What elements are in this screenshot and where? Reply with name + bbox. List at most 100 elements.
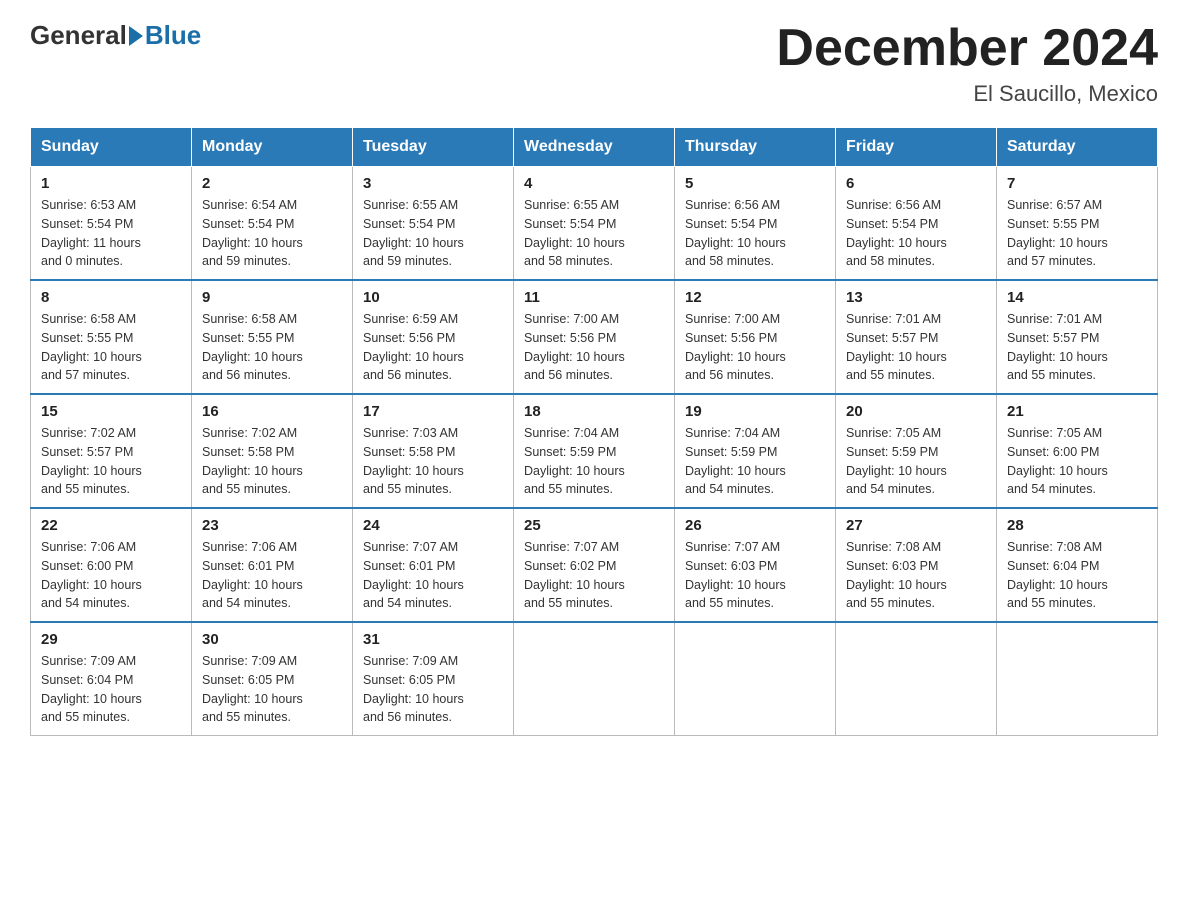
- calendar-cell: 2Sunrise: 6:54 AMSunset: 5:54 PMDaylight…: [192, 167, 353, 281]
- calendar-cell: 8Sunrise: 6:58 AMSunset: 5:55 PMDaylight…: [31, 280, 192, 394]
- calendar-cell: [675, 622, 836, 736]
- calendar-cell: 28 Sunrise: 7:08 AMSunset: 6:04 PMDayligh…: [997, 508, 1158, 622]
- calendar-cell: 5 Sunrise: 6:56 AMSunset: 5:54 PMDaylight…: [675, 167, 836, 281]
- calendar-cell: 26 Sunrise: 7:07 AMSunset: 6:03 PMDayligh…: [675, 508, 836, 622]
- calendar-cell: 19Sunrise: 7:04 AMSunset: 5:59 PMDayligh…: [675, 394, 836, 508]
- day-number: 18: [524, 403, 664, 420]
- day-number: 31: [363, 631, 503, 648]
- week-row-3: 15Sunrise: 7:02 AMSunset: 5:57 PMDayligh…: [31, 394, 1158, 508]
- header-row: SundayMondayTuesdayWednesdayThursdayFrid…: [31, 128, 1158, 167]
- title-section: December 2024 El Saucillo, Mexico: [776, 20, 1158, 107]
- day-number: 4: [524, 175, 664, 192]
- calendar-cell: 20Sunrise: 7:05 AMSunset: 5:59 PMDayligh…: [836, 394, 997, 508]
- day-info: Sunrise: 7:09 AMSunset: 6:05 PMDaylight:…: [202, 652, 342, 727]
- column-header-wednesday: Wednesday: [514, 128, 675, 167]
- day-number: 17: [363, 403, 503, 420]
- day-number: 20: [846, 403, 986, 420]
- day-number: 8: [41, 289, 181, 306]
- day-number: 16: [202, 403, 342, 420]
- day-info: Sunrise: 7:05 AMSunset: 6:00 PMDaylight:…: [1007, 424, 1147, 499]
- day-number: 25: [524, 517, 664, 534]
- day-number: 26: [685, 517, 825, 534]
- calendar-cell: [836, 622, 997, 736]
- calendar-cell: 16 Sunrise: 7:02 AMSunset: 5:58 PMDayligh…: [192, 394, 353, 508]
- week-row-4: 22 Sunrise: 7:06 AMSunset: 6:00 PMDayligh…: [31, 508, 1158, 622]
- day-number: 9: [202, 289, 342, 306]
- calendar-title: December 2024: [776, 20, 1158, 77]
- day-number: 19: [685, 403, 825, 420]
- day-number: 5: [685, 175, 825, 192]
- calendar-cell: 13 Sunrise: 7:01 AMSunset: 5:57 PMDayligh…: [836, 280, 997, 394]
- day-number: 27: [846, 517, 986, 534]
- logo-arrow-icon: [129, 26, 143, 46]
- calendar-cell: 22 Sunrise: 7:06 AMSunset: 6:00 PMDayligh…: [31, 508, 192, 622]
- calendar-cell: 12 Sunrise: 7:00 AMSunset: 5:56 PMDayligh…: [675, 280, 836, 394]
- day-info: Sunrise: 7:08 AMSunset: 6:04 PMDaylight:…: [1007, 538, 1147, 613]
- calendar-cell: 10 Sunrise: 6:59 AMSunset: 5:56 PMDayligh…: [353, 280, 514, 394]
- day-number: 23: [202, 517, 342, 534]
- calendar-cell: 27 Sunrise: 7:08 AMSunset: 6:03 PMDayligh…: [836, 508, 997, 622]
- day-info: Sunrise: 7:09 AMSunset: 6:04 PMDaylight:…: [41, 652, 181, 727]
- day-info: Sunrise: 7:00 AMSunset: 5:56 PMDaylight:…: [524, 310, 664, 385]
- calendar-cell: 4 Sunrise: 6:55 AMSunset: 5:54 PMDaylight…: [514, 167, 675, 281]
- calendar-cell: 24Sunrise: 7:07 AMSunset: 6:01 PMDayligh…: [353, 508, 514, 622]
- day-number: 10: [363, 289, 503, 306]
- calendar-cell: 14 Sunrise: 7:01 AMSunset: 5:57 PMDayligh…: [997, 280, 1158, 394]
- day-info: Sunrise: 7:07 AMSunset: 6:02 PMDaylight:…: [524, 538, 664, 613]
- calendar-cell: 29Sunrise: 7:09 AMSunset: 6:04 PMDayligh…: [31, 622, 192, 736]
- day-info: Sunrise: 6:55 AMSunset: 5:54 PMDaylight:…: [363, 196, 503, 271]
- day-info: Sunrise: 6:55 AMSunset: 5:54 PMDaylight:…: [524, 196, 664, 271]
- day-info: Sunrise: 7:04 AMSunset: 5:59 PMDaylight:…: [524, 424, 664, 499]
- day-number: 7: [1007, 175, 1147, 192]
- calendar-cell: 31 Sunrise: 7:09 AMSunset: 6:05 PMDayligh…: [353, 622, 514, 736]
- day-info: Sunrise: 6:56 AMSunset: 5:54 PMDaylight:…: [846, 196, 986, 271]
- calendar-cell: 17Sunrise: 7:03 AMSunset: 5:58 PMDayligh…: [353, 394, 514, 508]
- week-row-1: 1 Sunrise: 6:53 AMSunset: 5:54 PMDaylight…: [31, 167, 1158, 281]
- day-info: Sunrise: 6:58 AMSunset: 5:55 PMDaylight:…: [202, 310, 342, 385]
- calendar-cell: 9 Sunrise: 6:58 AMSunset: 5:55 PMDaylight…: [192, 280, 353, 394]
- day-info: Sunrise: 7:01 AMSunset: 5:57 PMDaylight:…: [1007, 310, 1147, 385]
- week-row-5: 29Sunrise: 7:09 AMSunset: 6:04 PMDayligh…: [31, 622, 1158, 736]
- column-header-tuesday: Tuesday: [353, 128, 514, 167]
- calendar-cell: 21Sunrise: 7:05 AMSunset: 6:00 PMDayligh…: [997, 394, 1158, 508]
- day-info: Sunrise: 6:56 AMSunset: 5:54 PMDaylight:…: [685, 196, 825, 271]
- day-number: 6: [846, 175, 986, 192]
- calendar-cell: [997, 622, 1158, 736]
- column-header-sunday: Sunday: [31, 128, 192, 167]
- day-info: Sunrise: 7:07 AMSunset: 6:01 PMDaylight:…: [363, 538, 503, 613]
- day-info: Sunrise: 6:59 AMSunset: 5:56 PMDaylight:…: [363, 310, 503, 385]
- day-number: 3: [363, 175, 503, 192]
- day-number: 15: [41, 403, 181, 420]
- calendar-cell: 30 Sunrise: 7:09 AMSunset: 6:05 PMDayligh…: [192, 622, 353, 736]
- day-number: 28: [1007, 517, 1147, 534]
- calendar-subtitle: El Saucillo, Mexico: [776, 81, 1158, 107]
- calendar-cell: 3 Sunrise: 6:55 AMSunset: 5:54 PMDaylight…: [353, 167, 514, 281]
- day-number: 14: [1007, 289, 1147, 306]
- calendar-cell: 11 Sunrise: 7:00 AMSunset: 5:56 PMDayligh…: [514, 280, 675, 394]
- calendar-table: SundayMondayTuesdayWednesdayThursdayFrid…: [30, 127, 1158, 736]
- day-number: 12: [685, 289, 825, 306]
- day-info: Sunrise: 7:02 AMSunset: 5:58 PMDaylight:…: [202, 424, 342, 499]
- logo-blue-text: Blue: [145, 20, 201, 51]
- day-number: 1: [41, 175, 181, 192]
- day-number: 11: [524, 289, 664, 306]
- day-number: 30: [202, 631, 342, 648]
- day-info: Sunrise: 7:01 AMSunset: 5:57 PMDaylight:…: [846, 310, 986, 385]
- logo-general-text: General: [30, 20, 127, 51]
- day-number: 13: [846, 289, 986, 306]
- calendar-cell: [514, 622, 675, 736]
- column-header-monday: Monday: [192, 128, 353, 167]
- day-number: 22: [41, 517, 181, 534]
- day-info: Sunrise: 7:06 AMSunset: 6:00 PMDaylight:…: [41, 538, 181, 613]
- calendar-cell: 6 Sunrise: 6:56 AMSunset: 5:54 PMDaylight…: [836, 167, 997, 281]
- day-info: Sunrise: 6:53 AMSunset: 5:54 PMDaylight:…: [41, 196, 181, 271]
- day-info: Sunrise: 7:08 AMSunset: 6:03 PMDaylight:…: [846, 538, 986, 613]
- column-header-friday: Friday: [836, 128, 997, 167]
- calendar-cell: 25 Sunrise: 7:07 AMSunset: 6:02 PMDayligh…: [514, 508, 675, 622]
- day-info: Sunrise: 7:09 AMSunset: 6:05 PMDaylight:…: [363, 652, 503, 727]
- logo: General Blue: [30, 20, 201, 51]
- day-number: 2: [202, 175, 342, 192]
- day-info: Sunrise: 7:00 AMSunset: 5:56 PMDaylight:…: [685, 310, 825, 385]
- page-header: General Blue December 2024 El Saucillo, …: [30, 20, 1158, 107]
- day-info: Sunrise: 7:07 AMSunset: 6:03 PMDaylight:…: [685, 538, 825, 613]
